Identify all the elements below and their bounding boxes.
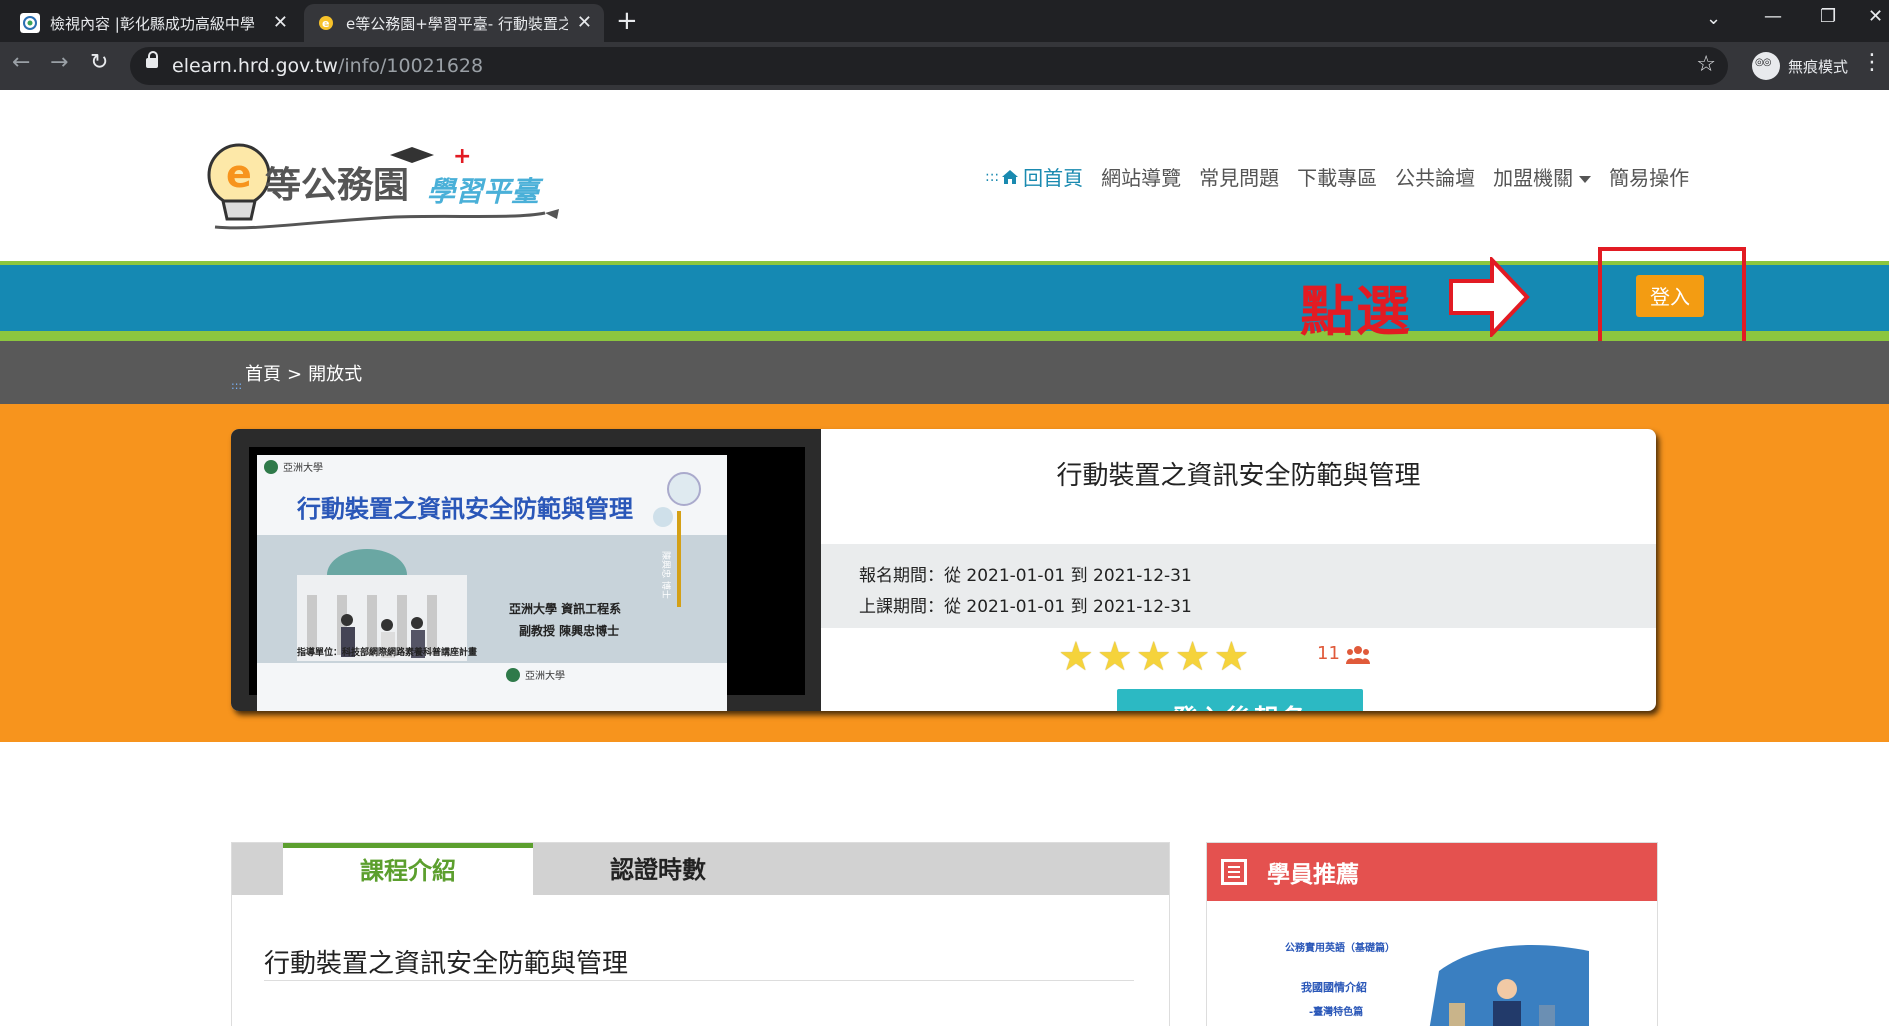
breadcrumb-current[interactable]: 開放式	[308, 364, 362, 385]
course-period-box: 報名期間：從 2021-01-01 到 2021-12-31 上課期間：從 20…	[821, 544, 1656, 628]
svg-text:亞洲大學: 亞洲大學	[525, 669, 565, 682]
incognito-label: 無痕模式	[1788, 57, 1849, 76]
nav-faq[interactable]: 常見問題	[1199, 162, 1279, 191]
star-icon: ★	[1058, 634, 1094, 680]
nav-home[interactable]: ::: 回首頁	[985, 162, 1083, 191]
tab-course-intro[interactable]: 課程介紹	[283, 843, 533, 895]
new-tab-icon[interactable]: +	[616, 6, 638, 36]
nav-home-label: 回首頁	[1023, 166, 1084, 190]
accesskey-dots: :::	[231, 379, 243, 392]
list-icon	[1221, 859, 1247, 885]
rating-stars: ★ ★ ★ ★ ★	[1058, 634, 1252, 680]
tab-credit-hours[interactable]: 認證時數	[533, 843, 783, 895]
tab-title: 檢視內容 |彰化縣成功高級中學	[50, 14, 255, 33]
enroll-after-login-button[interactable]: 登入後報名	[1117, 689, 1363, 711]
svg-text:學習平臺: 學習平臺	[427, 175, 544, 208]
nav-members-label: 加盟機關	[1493, 166, 1574, 190]
svg-text:行動裝置之資訊安全防範與管理: 行動裝置之資訊安全防範與管理	[296, 494, 633, 523]
main-nav: ::: 回首頁 網站導覽 常見問題 下載專區 公共論壇 加盟機關 簡易操作	[985, 162, 1707, 191]
breadcrumb: 首頁 > 開放式	[245, 360, 362, 386]
svg-text:等公務園: 等公務園	[265, 165, 409, 206]
elearn-favicon-icon: e	[319, 16, 333, 30]
breadcrumb-sep: >	[287, 364, 303, 385]
address-bar[interactable]: elearn.hrd.gov.tw/info/10021628 ☆	[130, 47, 1728, 85]
course-cover[interactable]: 亞洲大學 行動裝置之資訊安全防範與管理 亞洲大學 資訊工程系 副教授 陳興忠博士…	[231, 429, 821, 711]
cover-frame: 亞洲大學 行動裝置之資訊安全防範與管理 亞洲大學 資訊工程系 副教授 陳興忠博士…	[249, 447, 805, 711]
course-tabs: 課程介紹 認證時數	[232, 843, 1169, 895]
svg-text:指導單位：科技部網際網路素養科普講座計畫: 指導單位：科技部網際網路素養科普講座計畫	[297, 646, 477, 658]
caret-down-icon	[1579, 176, 1592, 183]
course-info-panel: 課程介紹 認證時數 行動裝置之資訊安全防範與管理	[231, 842, 1170, 1026]
svg-text:亞洲大學 資訊工程系: 亞洲大學 資訊工程系	[509, 601, 621, 616]
recommended-course-thumbnail[interactable]: 公務實用英語（基礎篇） 我國國情介紹 -臺灣特色篇	[1279, 931, 1589, 1026]
page-content: e 等公務園 + 學習平臺 ::: 回首頁 網站導覽 常見問題 下載專區 公共論…	[0, 90, 1889, 1026]
divider	[264, 980, 1134, 981]
reload-icon[interactable]: ↻	[90, 50, 108, 75]
users-icon	[1345, 645, 1370, 664]
svg-text:副教授 陳興忠博士: 副教授 陳興忠博士	[519, 623, 619, 638]
recommend-header: 學員推薦	[1207, 843, 1657, 901]
nav-download[interactable]: 下載專區	[1297, 162, 1377, 191]
browser-menu-icon[interactable]: ⋮	[1861, 50, 1883, 75]
bookmark-star-icon[interactable]: ☆	[1696, 52, 1716, 77]
svg-text:+: +	[453, 144, 471, 169]
close-window-icon[interactable]: ✕	[1868, 6, 1883, 27]
incognito-indicator[interactable]: 無痕模式	[1752, 52, 1848, 80]
site-logo[interactable]: e 等公務園 + 學習平臺	[195, 135, 585, 235]
class-period: 上課期間：從 2021-01-01 到 2021-12-31	[859, 597, 1192, 617]
svg-text:e: e	[322, 17, 329, 30]
nav-prefix: :::	[985, 168, 1000, 185]
learner-count: 11	[1317, 643, 1370, 664]
browser-tab-active[interactable]: e e等公務園+學習平臺- 行動裝置之 ✕	[304, 4, 604, 42]
lock-icon	[146, 51, 158, 68]
svg-text:e: e	[226, 152, 252, 196]
nav-members-dropdown[interactable]: 加盟機關	[1493, 162, 1592, 191]
annotation-arrow-icon	[1449, 257, 1530, 337]
learner-count-value: 11	[1317, 643, 1340, 664]
tab-search-icon[interactable]: ⌄	[1706, 8, 1721, 29]
nav-quick-guide[interactable]: 簡易操作	[1609, 162, 1689, 191]
star-icon: ★	[1174, 634, 1211, 680]
forward-icon[interactable]: →	[50, 50, 68, 75]
star-icon: ★	[1135, 634, 1172, 680]
annotation-click-text: 點選	[1300, 279, 1412, 343]
back-icon[interactable]: ←	[12, 50, 30, 75]
close-tab-icon[interactable]: ✕	[273, 12, 288, 33]
svg-text:亞洲大學: 亞洲大學	[283, 461, 323, 474]
school-favicon-icon	[20, 13, 40, 33]
course-hero: 亞洲大學 行動裝置之資訊安全防範與管理 亞洲大學 資訊工程系 副教授 陳興忠博士…	[0, 404, 1889, 742]
url-text: elearn.hrd.gov.tw/info/10021628	[172, 55, 484, 77]
recommend-title: 學員推薦	[1267, 862, 1359, 888]
svg-text:-臺灣特色篇: -臺灣特色篇	[1309, 1005, 1363, 1018]
slide-side-decoration: 陳興忠 博士	[653, 472, 701, 607]
tab-title: e等公務園+學習平臺- 行動裝置之	[346, 14, 568, 33]
learner-recommendations: 學員推薦 公務實用英語（基礎篇） 我國國情介紹 -臺灣特色篇	[1206, 842, 1658, 1026]
login-button[interactable]: 登入	[1636, 275, 1704, 317]
star-icon: ★	[1096, 634, 1133, 680]
nav-forum[interactable]: 公共論壇	[1395, 162, 1475, 191]
course-intro-heading: 行動裝置之資訊安全防範與管理	[264, 949, 629, 979]
restore-icon[interactable]: ❐	[1820, 6, 1836, 27]
browser-tab[interactable]: 檢視內容 |彰化縣成功高級中學 ✕	[8, 4, 300, 42]
home-icon	[1002, 169, 1019, 184]
breadcrumb-home[interactable]: 首頁	[245, 364, 281, 385]
breadcrumb-bar: 首頁 > 開放式 :::	[0, 341, 1889, 404]
browser-tab-bar: 檢視內容 |彰化縣成功高級中學 ✕ e e等公務園+學習平臺- 行動裝置之 ✕ …	[0, 0, 1889, 42]
minimize-icon[interactable]: —	[1764, 6, 1782, 27]
nav-sitemap[interactable]: 網站導覽	[1101, 162, 1181, 191]
signup-period: 報名期間：從 2021-01-01 到 2021-12-31	[859, 566, 1192, 586]
close-tab-icon[interactable]: ✕	[577, 12, 592, 33]
svg-text:我國國情介紹: 我國國情介紹	[1301, 980, 1367, 994]
incognito-icon	[1752, 52, 1780, 80]
course-title: 行動裝置之資訊安全防範與管理	[1056, 461, 1421, 491]
svg-text:陳興忠 博士: 陳興忠 博士	[660, 551, 672, 599]
star-icon: ★	[1213, 634, 1250, 680]
svg-text:公務實用英語（基礎篇）: 公務實用英語（基礎篇）	[1285, 941, 1395, 954]
browser-toolbar: ← → ↻ elearn.hrd.gov.tw/info/10021628 ☆ …	[0, 42, 1889, 90]
course-card: 亞洲大學 行動裝置之資訊安全防範與管理 亞洲大學 資訊工程系 副教授 陳興忠博士…	[231, 429, 1656, 711]
